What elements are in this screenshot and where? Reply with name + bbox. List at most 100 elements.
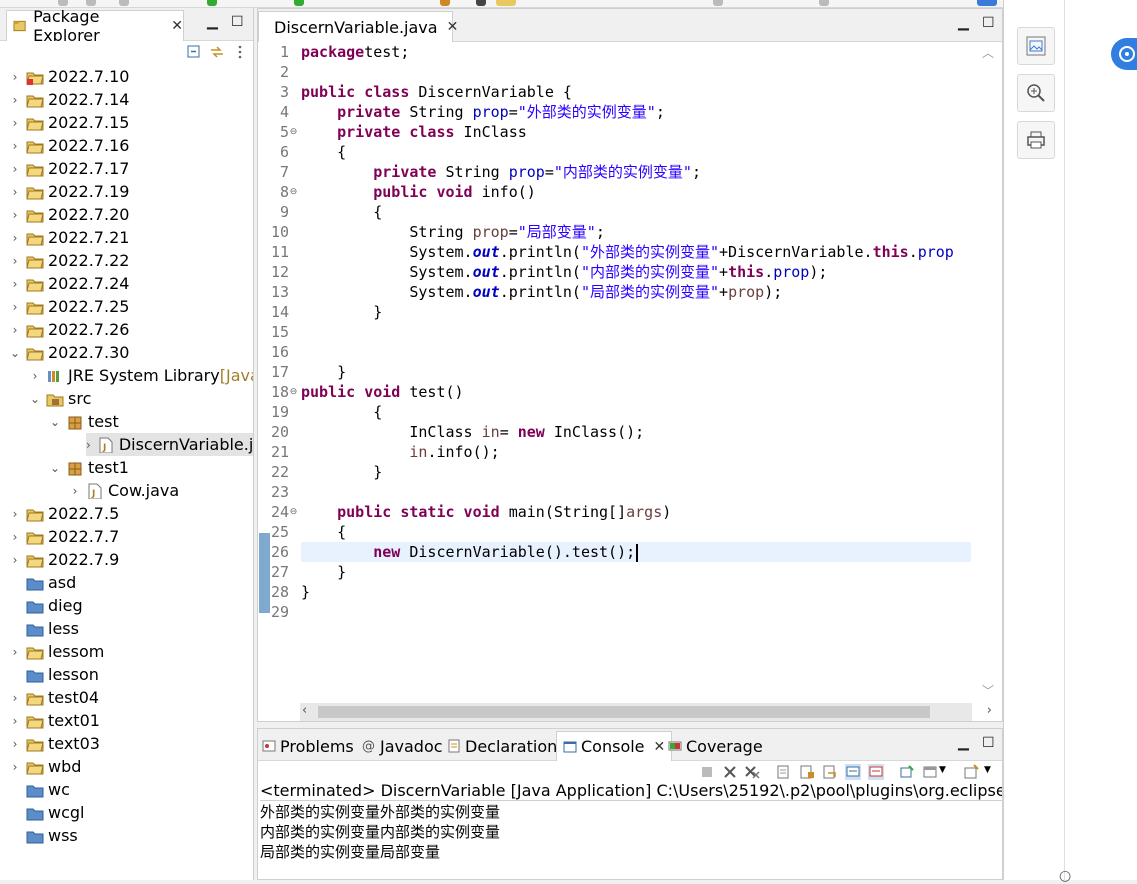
- print-button[interactable]: [1017, 121, 1055, 159]
- link-with-editor-icon[interactable]: [209, 44, 225, 60]
- tree-item[interactable]: wcgl: [10, 801, 88, 824]
- tree-item[interactable]: wss: [10, 824, 82, 847]
- chevron-right-icon[interactable]: ›: [10, 760, 20, 774]
- perspective-java-icon[interactable]: [977, 0, 997, 6]
- tree-item[interactable]: › wbd: [10, 755, 85, 778]
- clear-console-icon[interactable]: [776, 764, 792, 780]
- chevron-right-icon[interactable]: ›: [10, 185, 20, 199]
- chevron-right-icon[interactable]: ›: [10, 231, 20, 245]
- code-line[interactable]: private String prop="外部类的实例变量";: [301, 102, 971, 122]
- chevron-down-icon[interactable]: ⌄: [50, 461, 60, 475]
- tree-item[interactable]: › 2022.7.10: [10, 65, 133, 88]
- tree-item[interactable]: less: [10, 617, 83, 640]
- code-line[interactable]: }: [301, 582, 971, 602]
- fold-toggle-icon[interactable]: ⊖: [289, 182, 298, 202]
- image-tool-button[interactable]: [1017, 27, 1055, 65]
- code-line[interactable]: }: [301, 562, 971, 582]
- toolbar-button[interactable]: [58, 0, 68, 6]
- tree-item[interactable]: › 2022.7.7: [10, 525, 123, 548]
- tree-item[interactable]: › J DiscernVariable.java: [86, 433, 253, 456]
- chevron-down-icon[interactable]: ⌄: [10, 346, 20, 360]
- code-line[interactable]: }: [301, 362, 971, 382]
- chevron-down-icon[interactable]: ▼: [984, 765, 991, 775]
- code-line[interactable]: packagetest;: [301, 42, 971, 62]
- code-line[interactable]: [301, 602, 971, 622]
- maximize-icon[interactable]: ☐: [231, 14, 244, 30]
- code-line[interactable]: {: [301, 522, 971, 542]
- code-line[interactable]: [301, 62, 971, 82]
- code-line[interactable]: public class DiscernVariable {: [301, 82, 971, 102]
- code-line[interactable]: in.info();: [301, 442, 971, 462]
- search-icon[interactable]: ○: [1059, 868, 1071, 884]
- close-icon[interactable]: ✕: [447, 19, 459, 35]
- chevron-right-icon[interactable]: ›: [10, 714, 20, 728]
- code-line[interactable]: System.out.println("局部类的实例变量"+prop);: [301, 282, 971, 302]
- code-area[interactable]: packagetest; public class DiscernVariable…: [301, 42, 971, 702]
- code-line[interactable]: [301, 482, 971, 502]
- chevron-right-icon[interactable]: ›: [30, 369, 40, 383]
- tree-item[interactable]: wc: [10, 778, 74, 801]
- code-line[interactable]: private class InClass: [301, 122, 971, 142]
- close-icon[interactable]: ✕: [171, 18, 183, 34]
- debug-icon[interactable]: [294, 0, 304, 6]
- console-output[interactable]: 外部类的实例变量外部类的实例变量 内部类的实例变量内部类的实例变量 局部类的实例变量…: [260, 802, 1002, 862]
- toolbar-button[interactable]: [496, 0, 516, 6]
- toolbar-button[interactable]: [713, 0, 723, 6]
- code-line[interactable]: System.out.println("外部类的实例变量"+DiscernVar…: [301, 242, 971, 262]
- fold-toggle-icon[interactable]: ⊖: [289, 382, 298, 402]
- chevron-right-icon[interactable]: ›: [10, 530, 20, 544]
- tree-item[interactable]: › 2022.7.19: [10, 180, 133, 203]
- maximize-icon[interactable]: ☐: [982, 15, 995, 31]
- toolbar-button[interactable]: [86, 0, 96, 6]
- toolbar-button[interactable]: [476, 0, 486, 6]
- word-wrap-icon[interactable]: [822, 764, 838, 780]
- tree-item[interactable]: › 2022.7.16: [10, 134, 133, 157]
- scroll-left-icon[interactable]: ‹: [302, 703, 307, 718]
- toolbar-button[interactable]: [819, 0, 829, 6]
- chevron-right-icon[interactable]: ›: [10, 507, 20, 521]
- view-menu-icon[interactable]: [232, 44, 248, 60]
- chevron-right-icon[interactable]: ›: [10, 737, 20, 751]
- chevron-down-icon[interactable]: ⌄: [30, 392, 40, 406]
- tree-item[interactable]: dieg: [10, 594, 87, 617]
- show-console-stdout-icon[interactable]: [845, 764, 861, 780]
- tree-item[interactable]: › 2022.7.25: [10, 295, 133, 318]
- code-line[interactable]: {: [301, 402, 971, 422]
- remove-launch-icon[interactable]: [722, 764, 738, 780]
- tab-discernvariable-java[interactable]: J DiscernVariable.java ✕: [258, 11, 458, 42]
- collapse-all-icon[interactable]: [186, 44, 202, 60]
- tree-item[interactable]: › 2022.7.20: [10, 203, 133, 226]
- tree-item[interactable]: › JRE System Library [JavaS: [30, 364, 253, 387]
- pin-console-icon[interactable]: [899, 764, 915, 780]
- tree-item[interactable]: › text03: [10, 732, 104, 755]
- code-line[interactable]: new DiscernVariable().test();: [301, 542, 971, 562]
- tab-package-explorer[interactable]: Package Explorer ✕: [6, 8, 184, 45]
- chevron-right-icon[interactable]: ›: [10, 553, 20, 567]
- toolbar-button[interactable]: [440, 0, 450, 6]
- open-console-icon[interactable]: [964, 764, 980, 780]
- zoom-button[interactable]: [1017, 74, 1055, 112]
- code-line[interactable]: {: [301, 142, 971, 162]
- tree-item[interactable]: › 2022.7.5: [10, 502, 123, 525]
- code-line[interactable]: {: [301, 202, 971, 222]
- chevron-right-icon[interactable]: ›: [70, 484, 80, 498]
- terminate-icon[interactable]: [699, 764, 715, 780]
- minimize-icon[interactable]: ▁: [207, 14, 218, 30]
- tree-item[interactable]: › lessom: [10, 640, 108, 663]
- chevron-right-icon[interactable]: ›: [10, 70, 20, 84]
- maximize-icon[interactable]: ☐: [982, 735, 995, 751]
- tree-item[interactable]: › J Cow.java: [70, 479, 183, 502]
- code-line[interactable]: InClass in= new InClass();: [301, 422, 971, 442]
- tree-item[interactable]: ⌄ test1: [50, 456, 133, 479]
- run-icon[interactable]: [207, 0, 217, 6]
- tab-javadoc[interactable]: @ Javadoc: [362, 731, 443, 761]
- scroll-down-icon[interactable]: ﹀: [982, 682, 994, 699]
- tab-problems[interactable]: Problems: [262, 731, 354, 761]
- code-line[interactable]: System.out.println("内部类的实例变量"+this.prop)…: [301, 262, 971, 282]
- tree-item[interactable]: › 2022.7.21: [10, 226, 133, 249]
- scroll-right-icon[interactable]: ›: [987, 703, 992, 718]
- tree-item[interactable]: › 2022.7.14: [10, 88, 133, 111]
- scrollbar-thumb[interactable]: [318, 706, 930, 718]
- chevron-right-icon[interactable]: ›: [10, 162, 20, 176]
- scroll-lock-icon[interactable]: [799, 764, 815, 780]
